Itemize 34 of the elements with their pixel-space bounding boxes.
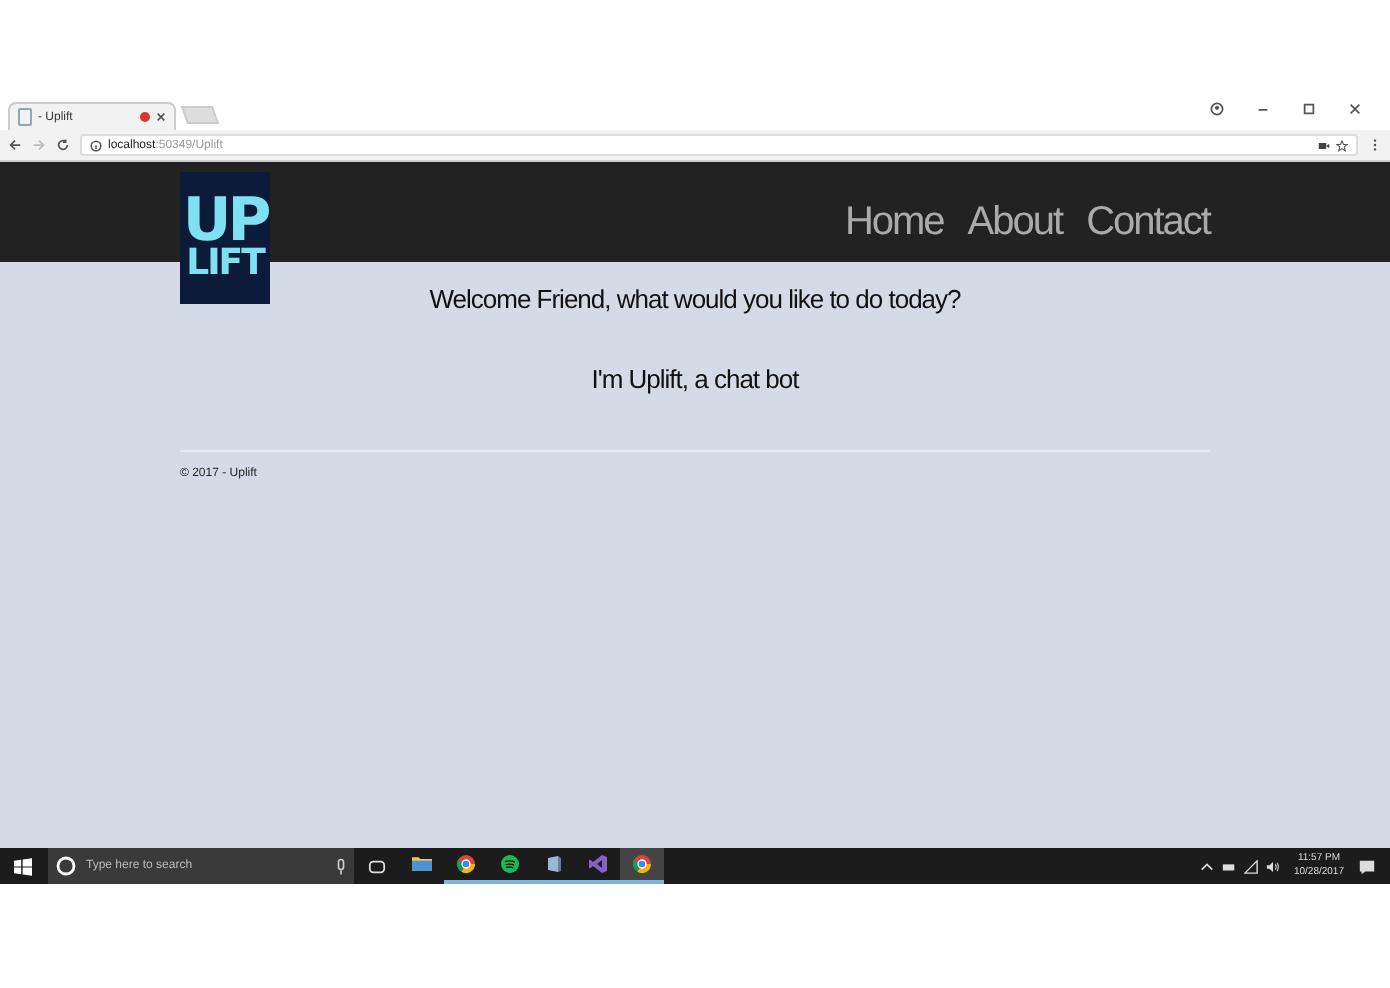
recording-icon <box>140 112 150 122</box>
close-icon[interactable] <box>1348 101 1362 115</box>
microphone-icon[interactable] <box>336 857 346 875</box>
task-view-icon[interactable] <box>368 857 386 875</box>
folder-icon <box>412 854 432 874</box>
page-icon <box>18 108 32 126</box>
notification-icon[interactable] <box>1358 857 1376 875</box>
logo[interactable]: UP LIFT <box>180 172 270 304</box>
close-icon[interactable] <box>156 112 166 122</box>
nav-link[interactable]: About <box>967 200 1063 246</box>
circle-icon <box>56 856 76 876</box>
welcome-text: Welcome Friend, what would you like to do today? <box>427 284 963 314</box>
speaker-icon[interactable] <box>1265 859 1280 873</box>
battery-icon[interactable] <box>1221 859 1236 873</box>
camera-icon[interactable] <box>1318 139 1330 151</box>
maximize-icon[interactable] <box>1302 101 1316 115</box>
nav-link[interactable]: Home <box>844 200 944 246</box>
reload-icon[interactable] <box>56 138 70 152</box>
caret-icon[interactable] <box>1199 859 1214 873</box>
ide-icon <box>588 854 608 874</box>
profile-icon[interactable] <box>1210 101 1224 115</box>
taskbar-app[interactable] <box>620 848 664 884</box>
info-icon <box>90 139 102 151</box>
music-app-icon <box>500 854 520 874</box>
network-icon[interactable] <box>1243 859 1258 873</box>
back-arrow-icon[interactable] <box>8 138 22 152</box>
nav-link[interactable]: Contact <box>1086 200 1210 246</box>
menu-icon[interactable] <box>1368 138 1382 152</box>
app-icon <box>544 854 564 874</box>
browser-icon <box>456 854 476 874</box>
windows-icon[interactable] <box>14 857 32 875</box>
star-icon[interactable] <box>1336 139 1348 151</box>
intro-text: I'm Uplift, a chat bot <box>589 364 802 394</box>
browser-icon <box>632 854 652 874</box>
